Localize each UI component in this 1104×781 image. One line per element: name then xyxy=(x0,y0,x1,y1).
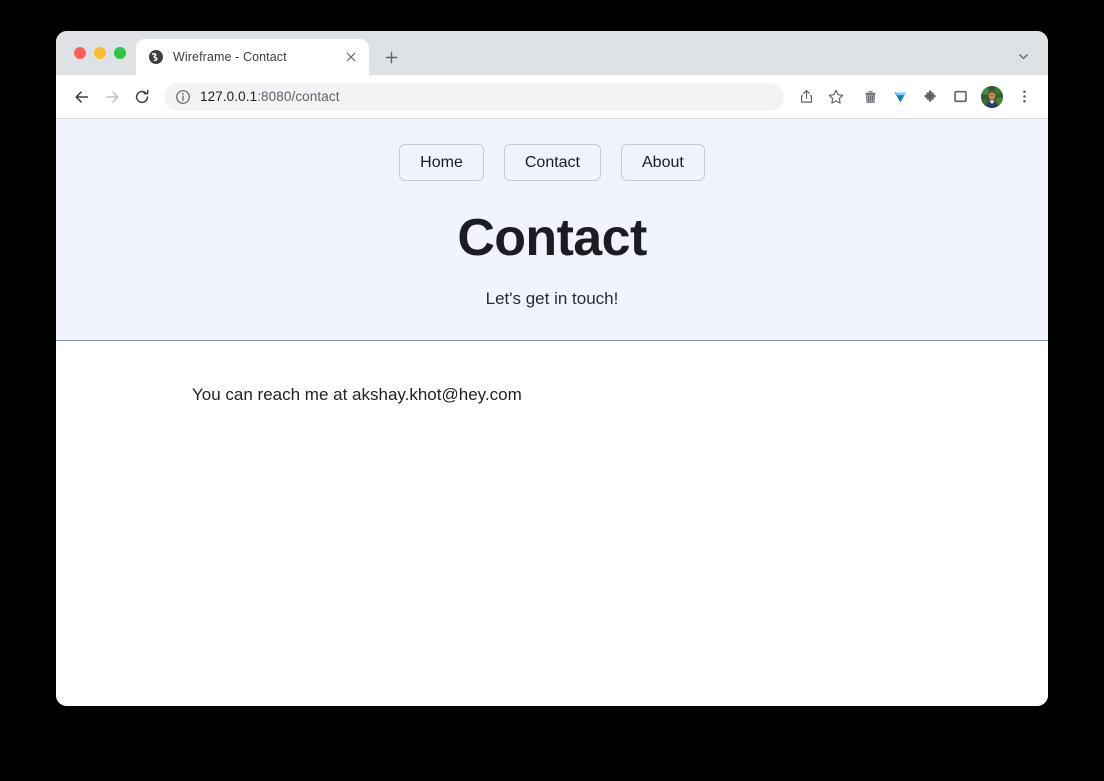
site-navigation: Home Contact About xyxy=(56,144,1048,182)
back-arrow-icon[interactable] xyxy=(68,83,96,111)
nav-item-home[interactable]: Home xyxy=(399,144,484,182)
minimize-window-button[interactable] xyxy=(94,47,106,59)
browser-window: Wireframe - Contact 127.0.0.1:8080/conta… xyxy=(56,31,1048,706)
avatar[interactable] xyxy=(981,85,1003,108)
browser-toolbar: 127.0.0.1:8080/contact xyxy=(56,75,1048,119)
main-content: You can reach me at akshay.khot@hey.com xyxy=(56,340,1048,706)
window-controls xyxy=(56,31,136,75)
trash-icon[interactable] xyxy=(856,83,884,111)
maximize-window-button[interactable] xyxy=(114,47,126,59)
nav-item-contact[interactable]: Contact xyxy=(503,144,601,182)
forward-arrow-icon xyxy=(98,83,126,111)
close-icon[interactable] xyxy=(343,49,359,65)
browser-tab[interactable]: Wireframe - Contact xyxy=(136,39,369,75)
reload-icon[interactable] xyxy=(128,83,156,111)
bookmark-star-icon[interactable] xyxy=(822,83,850,111)
globe-icon xyxy=(148,49,164,65)
gem-icon[interactable] xyxy=(886,83,914,111)
close-window-button[interactable] xyxy=(74,47,86,59)
url-host: 127.0.0.1 xyxy=(200,89,258,104)
new-tab-button[interactable] xyxy=(377,43,405,71)
three-dot-menu-icon[interactable] xyxy=(1010,83,1038,111)
page-subtitle: Let's get in touch! xyxy=(485,288,619,308)
share-icon[interactable] xyxy=(792,83,820,111)
info-circle-icon[interactable] xyxy=(175,89,191,105)
hero-section: Home Contact About Contact Let's get in … xyxy=(56,119,1048,341)
url-path: :8080/contact xyxy=(257,89,340,104)
url-text: 127.0.0.1:8080/contact xyxy=(200,89,340,104)
contact-email-text: You can reach me at akshay.khot@hey.com xyxy=(192,384,522,404)
page-title: Contact xyxy=(457,209,647,268)
tab-title: Wireframe - Contact xyxy=(173,50,287,64)
page-viewport: Home Contact About Contact Let's get in … xyxy=(56,119,1048,706)
nav-item-about[interactable]: About xyxy=(621,144,705,182)
tab-strip: Wireframe - Contact xyxy=(56,31,1048,75)
extensions-puzzle-icon[interactable] xyxy=(916,83,944,111)
side-panel-icon[interactable] xyxy=(946,83,974,111)
chevron-down-icon[interactable] xyxy=(1010,43,1036,69)
address-bar[interactable]: 127.0.0.1:8080/contact xyxy=(164,82,784,111)
